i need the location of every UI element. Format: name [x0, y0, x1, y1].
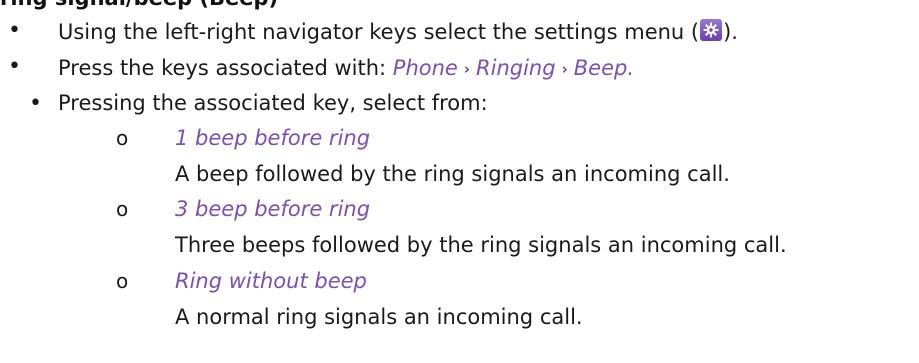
option-3-desc: A normal ring signals an incoming call.	[175, 305, 583, 329]
sub-bullet-icon: o	[116, 269, 129, 293]
gear-icon	[700, 19, 723, 41]
option-2-desc: Three beeps followed by the ring signals…	[175, 233, 787, 257]
bullet-icon: •	[8, 54, 21, 79]
bullet-icon: •	[29, 91, 42, 116]
path-beep: Beep	[573, 56, 628, 80]
instruction-1: Using the left-right navigator keys sele…	[58, 17, 738, 47]
instruction-2: Press the keys associated with: Phone › Ri…	[58, 53, 634, 83]
instruction-2-text: Press the keys associated with:	[58, 56, 393, 80]
option-1-name: 1 beep before ring	[175, 126, 371, 150]
chevron-right-icon: ›	[463, 60, 471, 78]
path-ringing: Ringing	[476, 56, 556, 80]
instruction-3: Pressing the associated key, select from…	[58, 91, 488, 115]
option-3-name: Ring without beep	[175, 269, 367, 293]
instruction-1-text: Using the left-right navigator keys sele…	[58, 20, 700, 44]
bullet-icon: •	[8, 18, 21, 43]
sub-bullet-icon: o	[116, 126, 129, 150]
path-end: .	[627, 56, 635, 80]
path-phone: Phone	[392, 56, 458, 80]
instruction-1-end: ).	[723, 20, 738, 44]
option-1-desc: A beep followed by the ring signals an i…	[175, 162, 730, 186]
sub-bullet-icon: o	[116, 197, 129, 221]
section-heading: ring signal/beep (Beep)	[0, 0, 278, 10]
chevron-right-icon: ›	[561, 60, 568, 78]
option-2-name: 3 beep before ring	[175, 197, 371, 221]
